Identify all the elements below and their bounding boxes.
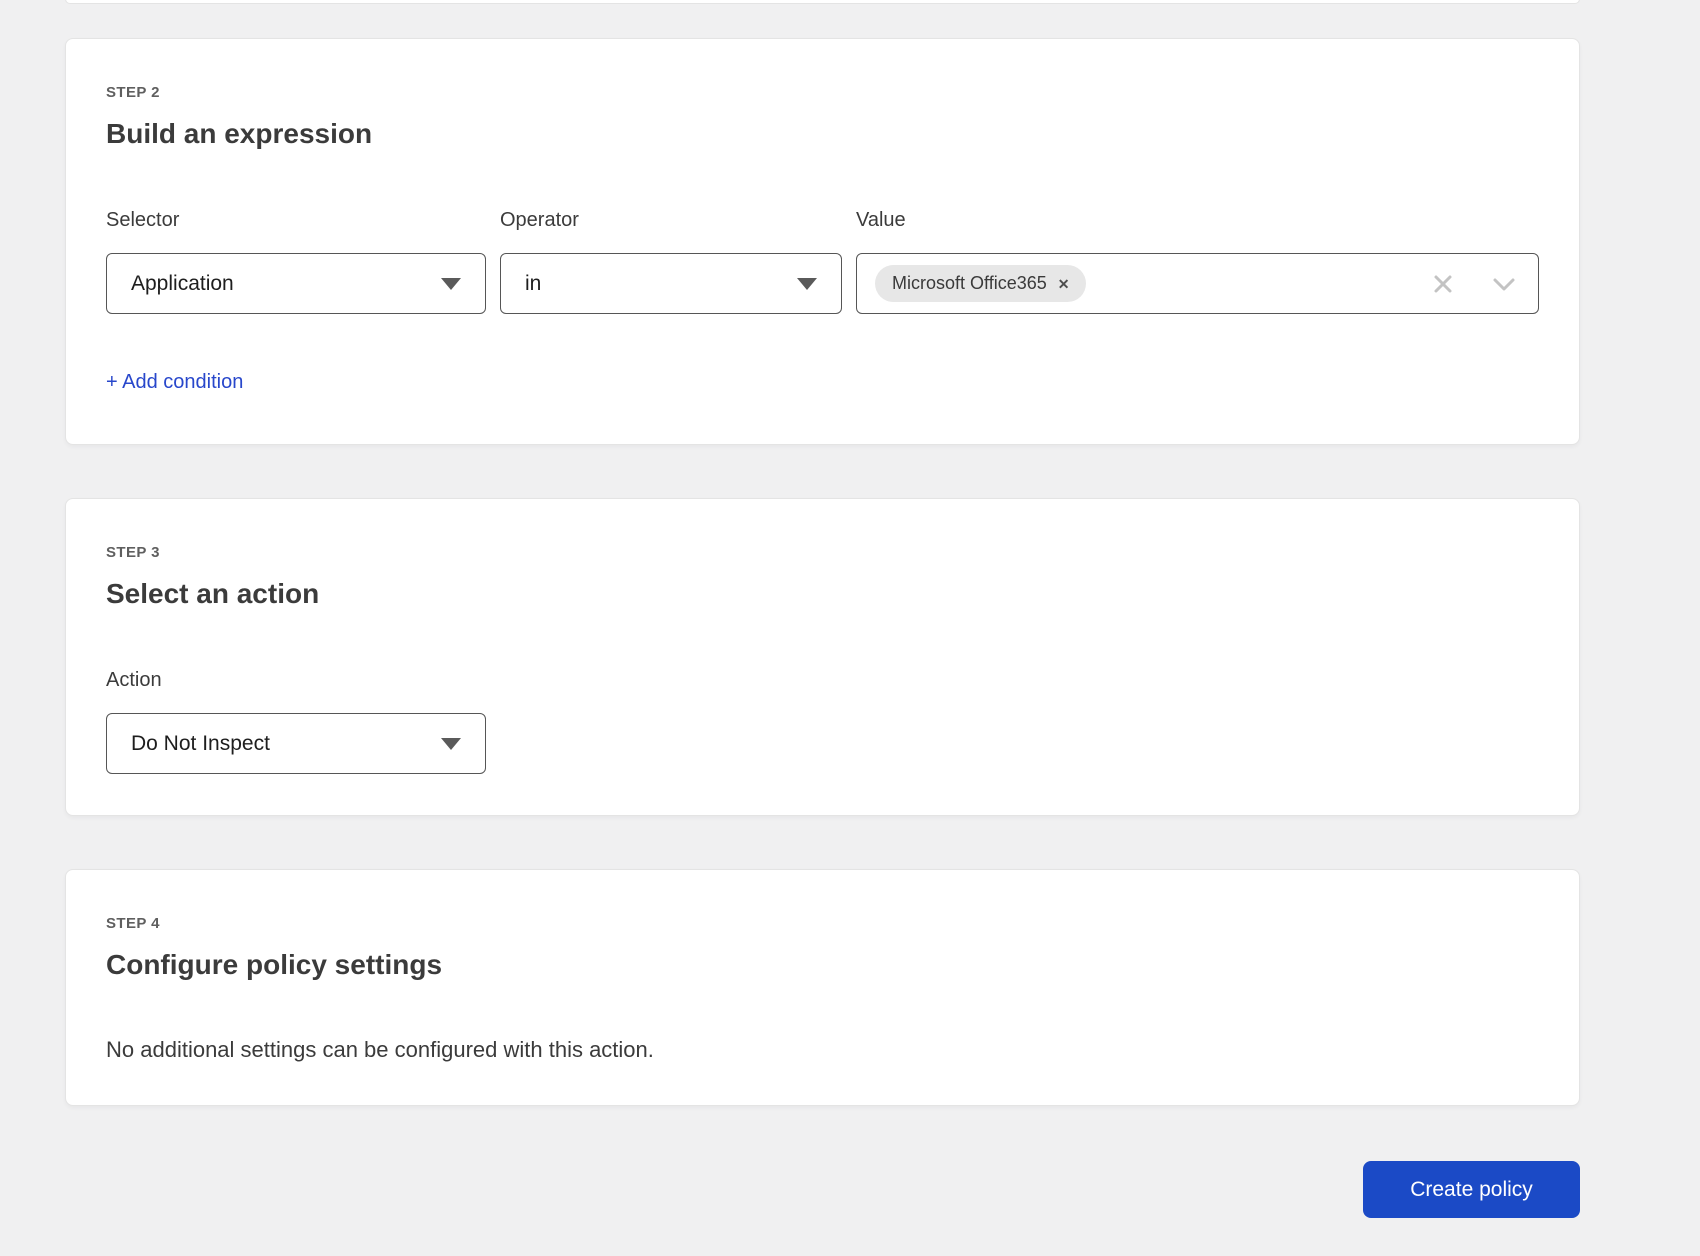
previous-card-bottom-edge (65, 0, 1580, 4)
value-tag: Microsoft Office365 ✕ (875, 265, 1086, 302)
caret-down-icon (441, 738, 461, 750)
value-label: Value (856, 211, 1539, 229)
operator-field: Operator in (500, 211, 842, 314)
step3-title: Select an action (106, 578, 1539, 610)
policy-form: STEP 2 Build an expression Selector Appl… (65, 0, 1580, 1218)
step3-label: STEP 3 (106, 544, 1539, 562)
chevron-down-icon[interactable] (1492, 276, 1516, 292)
caret-down-icon (797, 278, 817, 290)
action-value: Do Not Inspect (131, 732, 270, 756)
value-multiselect[interactable]: Microsoft Office365 ✕ (856, 253, 1539, 314)
step4-label: STEP 4 (106, 915, 1539, 933)
selector-label: Selector (106, 211, 486, 229)
step2-label: STEP 2 (106, 84, 1539, 102)
action-label: Action (106, 671, 486, 689)
expression-row: Selector Application Operator in Value M… (106, 211, 1539, 314)
create-policy-button[interactable]: Create policy (1363, 1161, 1580, 1218)
operator-value: in (525, 272, 541, 296)
step4-title: Configure policy settings (106, 949, 1539, 981)
value-tag-label: Microsoft Office365 (892, 273, 1047, 294)
operator-dropdown[interactable]: in (500, 253, 842, 314)
operator-label: Operator (500, 211, 842, 229)
step4-card: STEP 4 Configure policy settings No addi… (65, 869, 1580, 1106)
action-field: Action Do Not Inspect (106, 671, 486, 774)
step3-card: STEP 3 Select an action Action Do Not In… (65, 498, 1580, 816)
selector-dropdown[interactable]: Application (106, 253, 486, 314)
action-dropdown[interactable]: Do Not Inspect (106, 713, 486, 774)
step2-card: STEP 2 Build an expression Selector Appl… (65, 38, 1580, 445)
tag-remove-icon[interactable]: ✕ (1058, 277, 1070, 291)
clear-icon[interactable] (1432, 273, 1454, 295)
step2-title: Build an expression (106, 118, 1539, 150)
selector-value: Application (131, 272, 234, 296)
selector-field: Selector Application (106, 211, 486, 314)
value-field: Value Microsoft Office365 ✕ (856, 211, 1539, 314)
caret-down-icon (441, 278, 461, 290)
action-row: Action Do Not Inspect (106, 671, 1539, 774)
settings-note: No additional settings can be configured… (106, 1038, 1539, 1062)
footer-actions: Create policy (65, 1161, 1580, 1218)
multiselect-controls (1432, 273, 1518, 295)
add-condition-link[interactable]: + Add condition (106, 371, 243, 393)
